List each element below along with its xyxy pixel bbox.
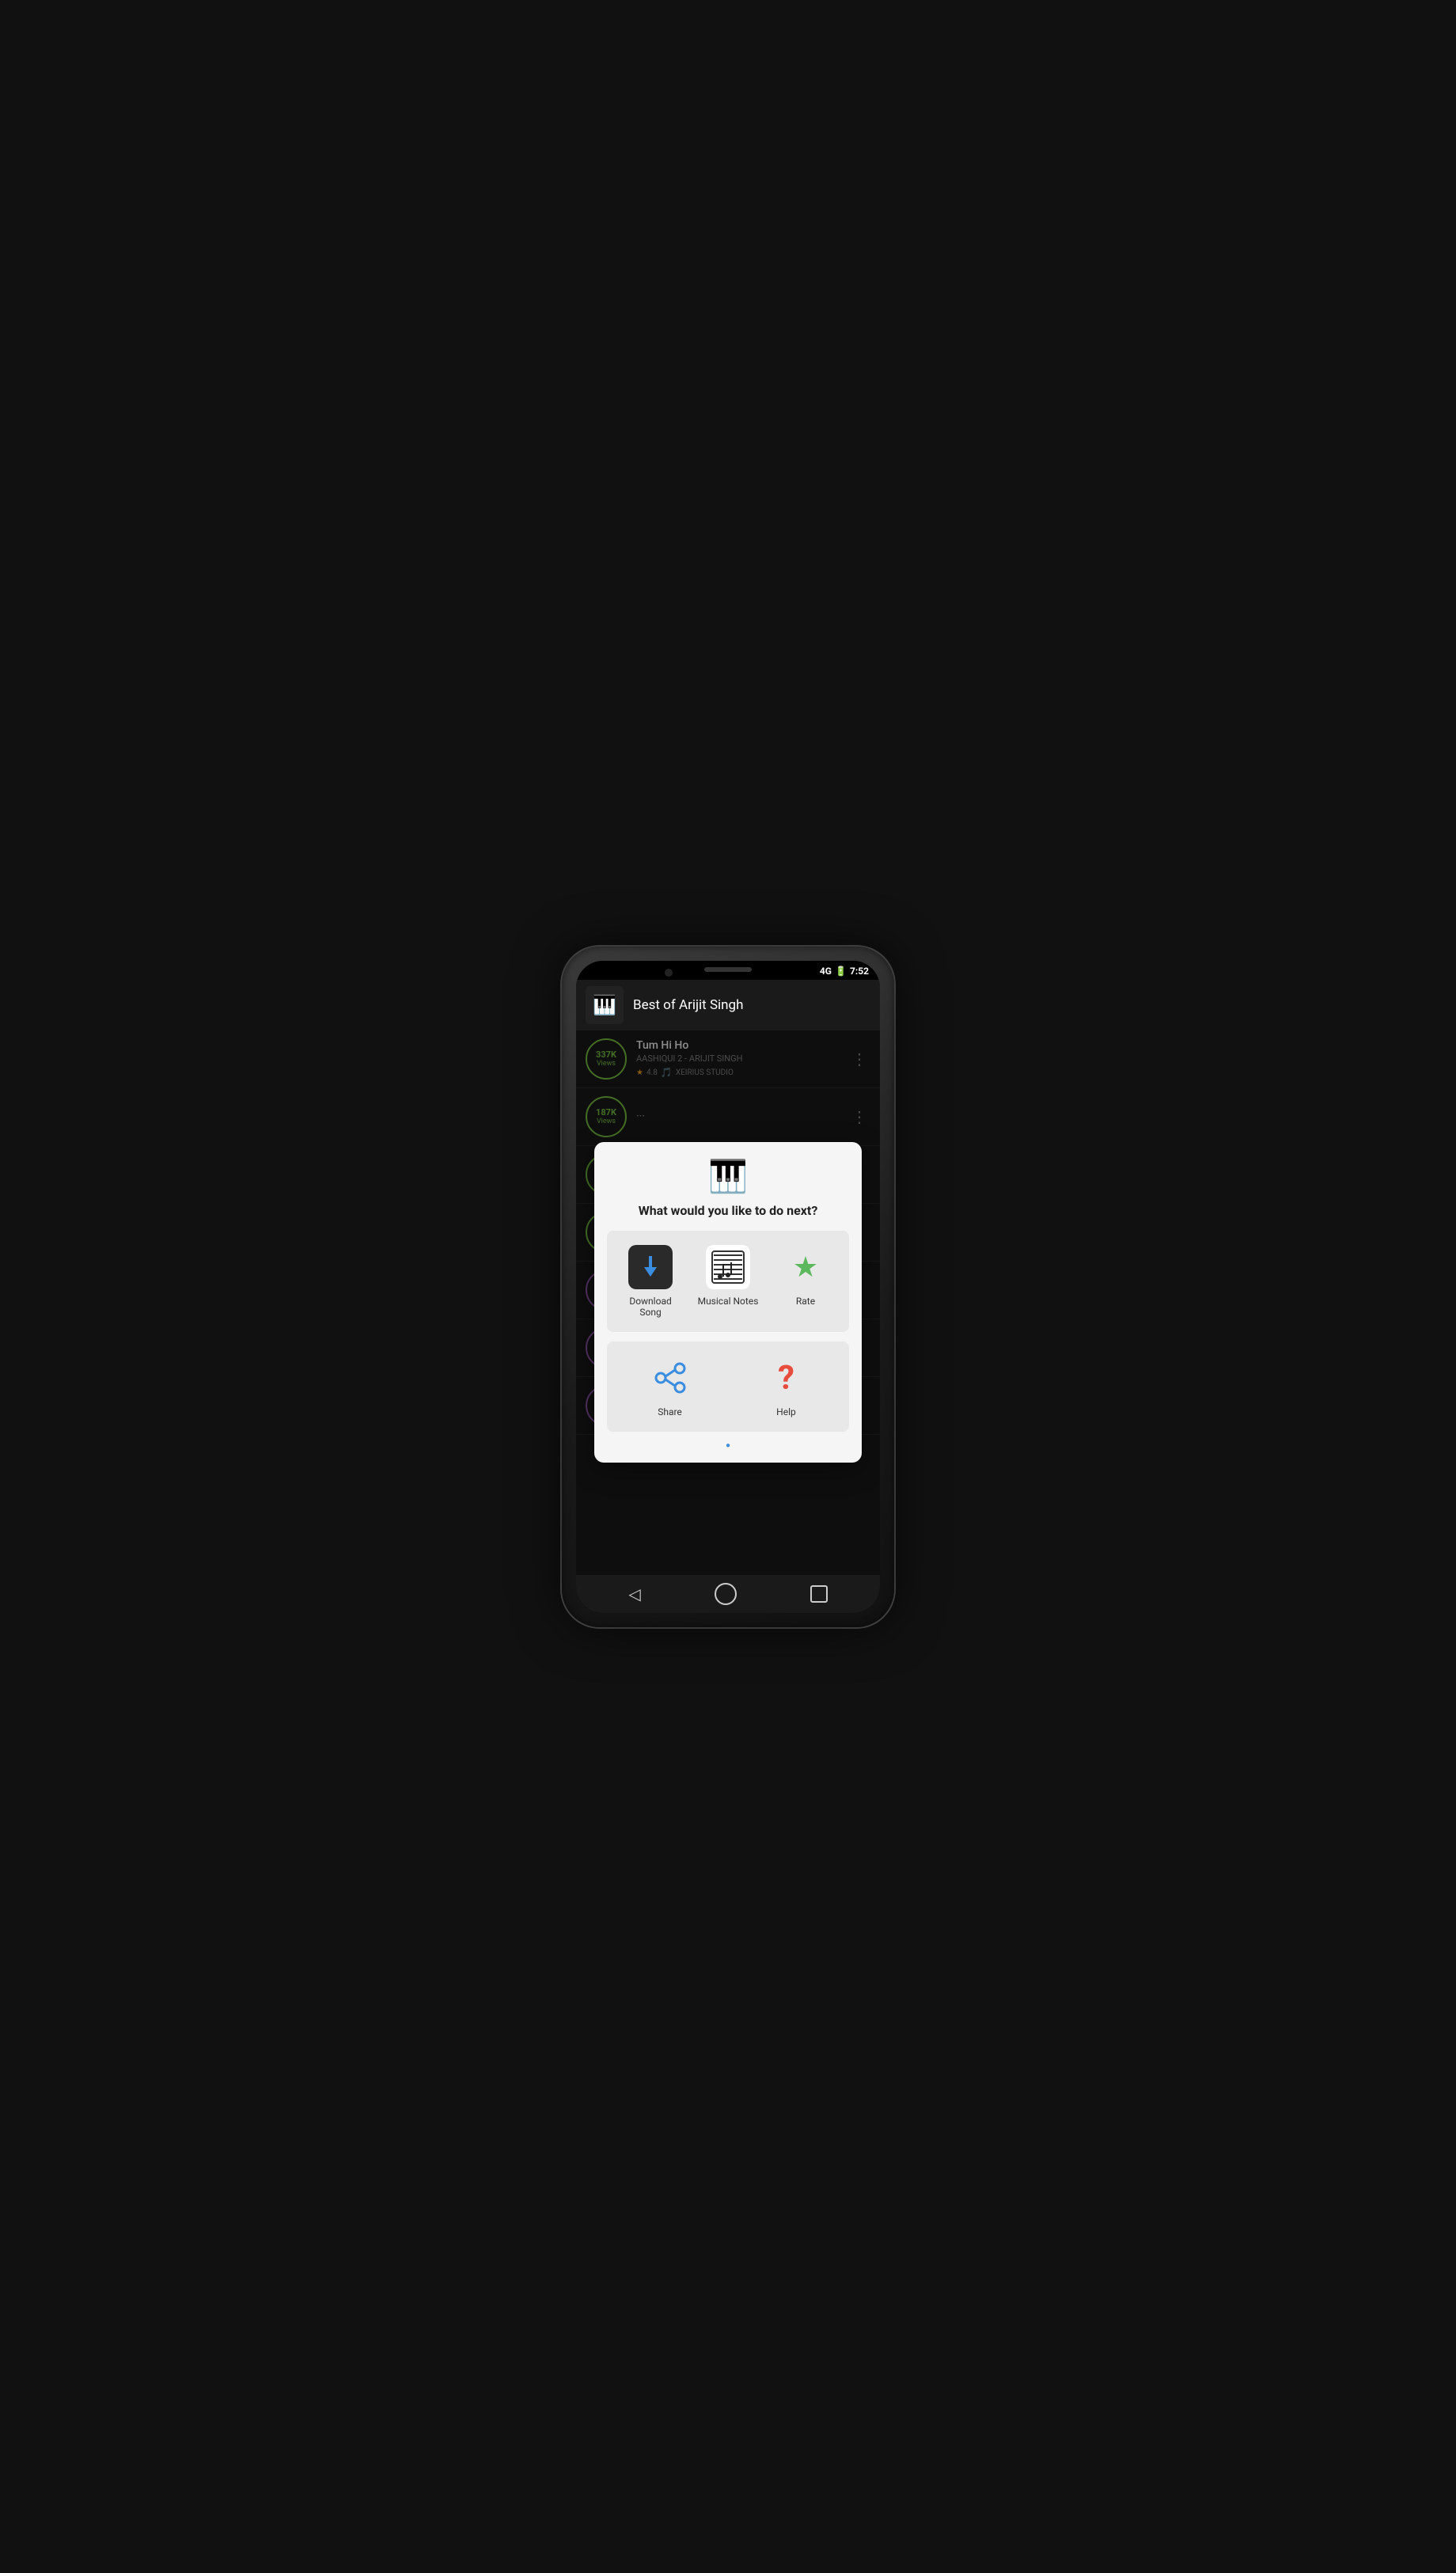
- pager-dot: ●: [607, 1441, 849, 1450]
- phone-speaker: [704, 967, 752, 972]
- action-dialog: 🎹 What would you like to do next?: [594, 1142, 862, 1463]
- app-header: 🎹 Best of Arijit Singh: [576, 980, 880, 1030]
- help-label: Help: [776, 1406, 796, 1417]
- dialog-options-bottom: Share ? Help: [607, 1342, 849, 1432]
- app-logo: 🎹: [586, 986, 624, 1024]
- recents-button[interactable]: [810, 1585, 828, 1603]
- musical-notes-option[interactable]: Musical Notes: [692, 1239, 764, 1324]
- home-button[interactable]: [715, 1583, 737, 1605]
- signal-icon: 4G: [820, 966, 832, 977]
- help-option[interactable]: ? Help: [731, 1349, 841, 1424]
- download-song-option[interactable]: Download Song: [615, 1239, 686, 1324]
- status-right: 4G 🔋 7:52: [820, 966, 869, 977]
- song-list: 337K Views Tum Hi Ho AASHIQUI 2 - ARIJIT…: [576, 1030, 880, 1575]
- musical-notes-label: Musical Notes: [698, 1296, 759, 1307]
- help-icon: ?: [764, 1356, 808, 1400]
- phone-device: 4G 🔋 7:52 🎹 Best of Arijit Singh 337K Vi…: [562, 947, 894, 1627]
- app-title: Best of Arijit Singh: [633, 997, 743, 1013]
- dialog-question: What would you like to do next?: [607, 1203, 849, 1218]
- dialog-logo: 🎹: [607, 1158, 849, 1195]
- dialog-overlay: 🎹 What would you like to do next?: [576, 1030, 880, 1575]
- rate-option[interactable]: ★ Rate: [770, 1239, 841, 1324]
- share-option[interactable]: Share: [615, 1349, 725, 1424]
- dialog-options-top: Download Song: [607, 1231, 849, 1332]
- phone-screen: 4G 🔋 7:52 🎹 Best of Arijit Singh 337K Vi…: [576, 961, 880, 1613]
- nav-bar: ◁: [576, 1575, 880, 1613]
- share-label: Share: [658, 1406, 682, 1417]
- download-icon: [628, 1245, 673, 1289]
- rate-icon: ★: [783, 1245, 828, 1289]
- battery-icon: 🔋: [835, 966, 847, 977]
- time-display: 7:52: [850, 966, 869, 977]
- rate-label: Rate: [796, 1296, 815, 1307]
- share-icon: [648, 1356, 692, 1400]
- download-song-label: Download Song: [618, 1296, 683, 1318]
- back-button[interactable]: ◁: [628, 1584, 640, 1603]
- notes-icon: [706, 1245, 750, 1289]
- phone-camera: [665, 969, 673, 977]
